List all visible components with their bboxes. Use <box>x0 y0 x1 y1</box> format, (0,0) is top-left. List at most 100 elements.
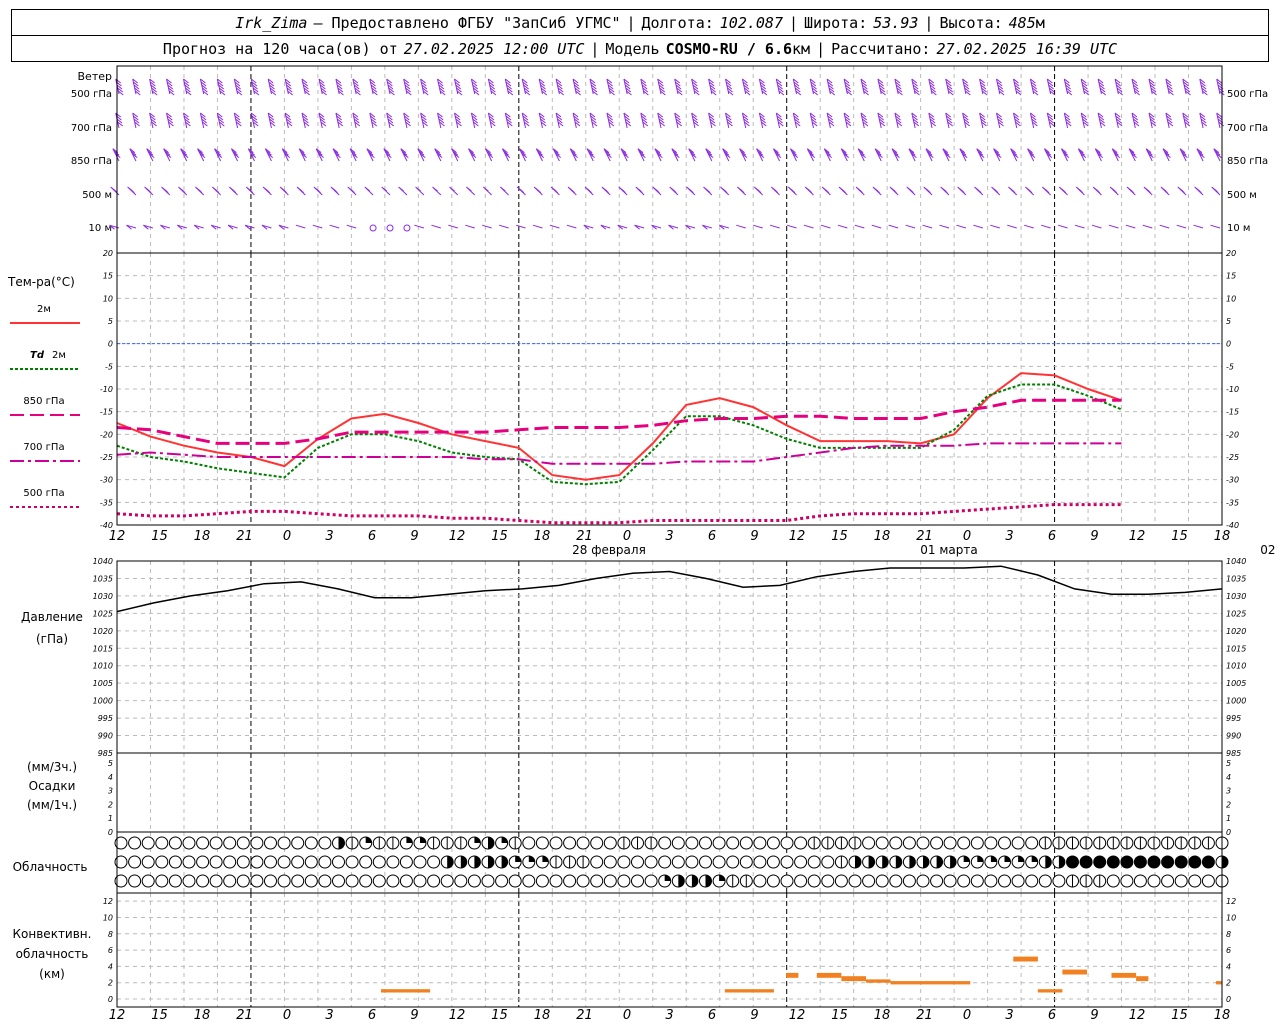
pressure-title: Давление <box>21 610 83 624</box>
cloud-cover-symbol <box>495 874 509 888</box>
cloud-cover-symbol <box>1038 874 1052 888</box>
cloud-cover-symbol <box>481 874 495 888</box>
cloud-cover-symbol <box>406 837 413 843</box>
wind-barb <box>296 186 306 196</box>
wind-level-label: 700 гПа <box>71 123 112 134</box>
wind-barb <box>487 78 497 96</box>
wind-barb <box>705 148 714 162</box>
wind-barb <box>482 186 492 196</box>
cloud-cover-symbol <box>834 874 848 888</box>
y-tick-label: 1015 <box>93 644 113 653</box>
cloud-cover-symbol <box>264 836 277 850</box>
y-tick-label: -10 <box>1226 385 1239 394</box>
wind-barb <box>823 148 833 162</box>
cloud-cover-symbol <box>685 836 699 850</box>
wind-barb <box>330 186 340 196</box>
wind-barb <box>668 224 679 230</box>
y-tick-label: 1025 <box>1226 609 1246 618</box>
wind-title: Ветер <box>78 70 112 83</box>
cloud-cover-symbol <box>855 856 861 868</box>
wind-barb <box>284 112 293 129</box>
wind-barb <box>843 112 852 129</box>
wind-barb <box>550 186 560 196</box>
hour-label: 6 <box>708 1008 716 1023</box>
cloud-cover-symbol <box>155 874 169 888</box>
wind-barb <box>230 148 240 162</box>
cloud-cover-symbol <box>753 836 767 850</box>
y-tick-label: 1000 <box>1226 697 1246 706</box>
wind-barb <box>737 186 747 196</box>
cloud-cover-symbol <box>386 874 400 888</box>
cloud-cover-symbol <box>957 836 971 850</box>
wind-barb <box>1043 148 1053 162</box>
wind-barb <box>1194 186 1204 196</box>
y-tick-label: 8 <box>1226 930 1231 939</box>
hour-label: 6 <box>368 1008 376 1023</box>
hour-label: 18 <box>534 1008 551 1023</box>
wind-barb <box>838 186 848 196</box>
y-tick-label: 5 <box>108 759 113 768</box>
wind-barb <box>601 186 611 196</box>
hour-label: 18 <box>874 529 891 544</box>
hour-label: 15 <box>491 529 508 544</box>
wind-barb <box>468 148 477 162</box>
wind-barb <box>466 186 476 196</box>
cloud-cover-symbol <box>209 836 223 850</box>
hour-label: 12 <box>1129 1008 1146 1023</box>
cloud-cover-symbol <box>685 855 699 869</box>
wind-barb <box>657 78 666 96</box>
wind-barb <box>583 224 594 230</box>
cloud-cover-symbol <box>209 855 223 869</box>
wind-barb <box>1143 186 1153 196</box>
wind-barb <box>702 224 712 230</box>
wind-barb <box>278 224 289 230</box>
wind-barb <box>451 148 460 162</box>
cloud-cover-symbol <box>1201 874 1215 888</box>
y-tick-label: -35 <box>100 498 113 507</box>
cloud-cover-symbol <box>196 855 210 869</box>
wind-barb <box>640 112 649 129</box>
cloud-cover-symbol <box>474 856 481 868</box>
wind-barb <box>183 112 191 129</box>
wind-barb <box>979 78 988 96</box>
legend-label: 500 гПа <box>23 488 64 499</box>
cloud-cover-symbol <box>576 836 590 850</box>
cloud-cover-symbol <box>1175 856 1188 868</box>
wind-barb <box>504 112 513 129</box>
cloud-cover-symbol <box>1080 856 1093 868</box>
cloud-cover-symbol <box>427 874 441 888</box>
wind-barb <box>535 148 545 162</box>
cloud-cover-symbol <box>984 874 998 888</box>
wind-barb <box>245 186 255 196</box>
wind-barb <box>775 112 784 129</box>
wind-barb <box>860 112 869 129</box>
wind-barb <box>603 148 612 162</box>
cloud-cover-symbol <box>359 874 373 888</box>
cloud-cover-symbol <box>889 874 903 888</box>
cloud-cover-symbol <box>501 837 508 843</box>
wind-barb <box>572 112 581 129</box>
hour-label: 15 <box>1171 1008 1188 1023</box>
cloud-cover-symbol <box>1025 874 1039 888</box>
convective-cloud-bar <box>1215 981 1222 985</box>
cloud-cover-symbol <box>365 837 372 843</box>
cloud-cover-symbol <box>372 855 386 869</box>
convective-cloud-bar <box>865 979 891 983</box>
hour-label: 15 <box>831 529 848 544</box>
panel-frame <box>116 752 1223 833</box>
cloud-cover-symbol <box>916 836 930 850</box>
wind-barb <box>398 186 408 196</box>
cloud-cover-symbol <box>454 874 468 888</box>
cloud-cover-symbol <box>848 874 862 888</box>
hour-label: 15 <box>1171 529 1188 544</box>
legend-label: 700 гПа <box>23 442 64 453</box>
wind-barb <box>267 78 277 96</box>
cloud-cover-symbol <box>1161 856 1174 868</box>
wind-barb <box>250 78 260 96</box>
y-tick-label: -20 <box>100 430 113 439</box>
wind-barb <box>504 78 514 96</box>
wind-barb <box>233 78 243 96</box>
cloud-cover-symbol <box>1107 856 1120 868</box>
cloud-cover-symbol <box>563 874 577 888</box>
wind-barb <box>1041 224 1051 229</box>
